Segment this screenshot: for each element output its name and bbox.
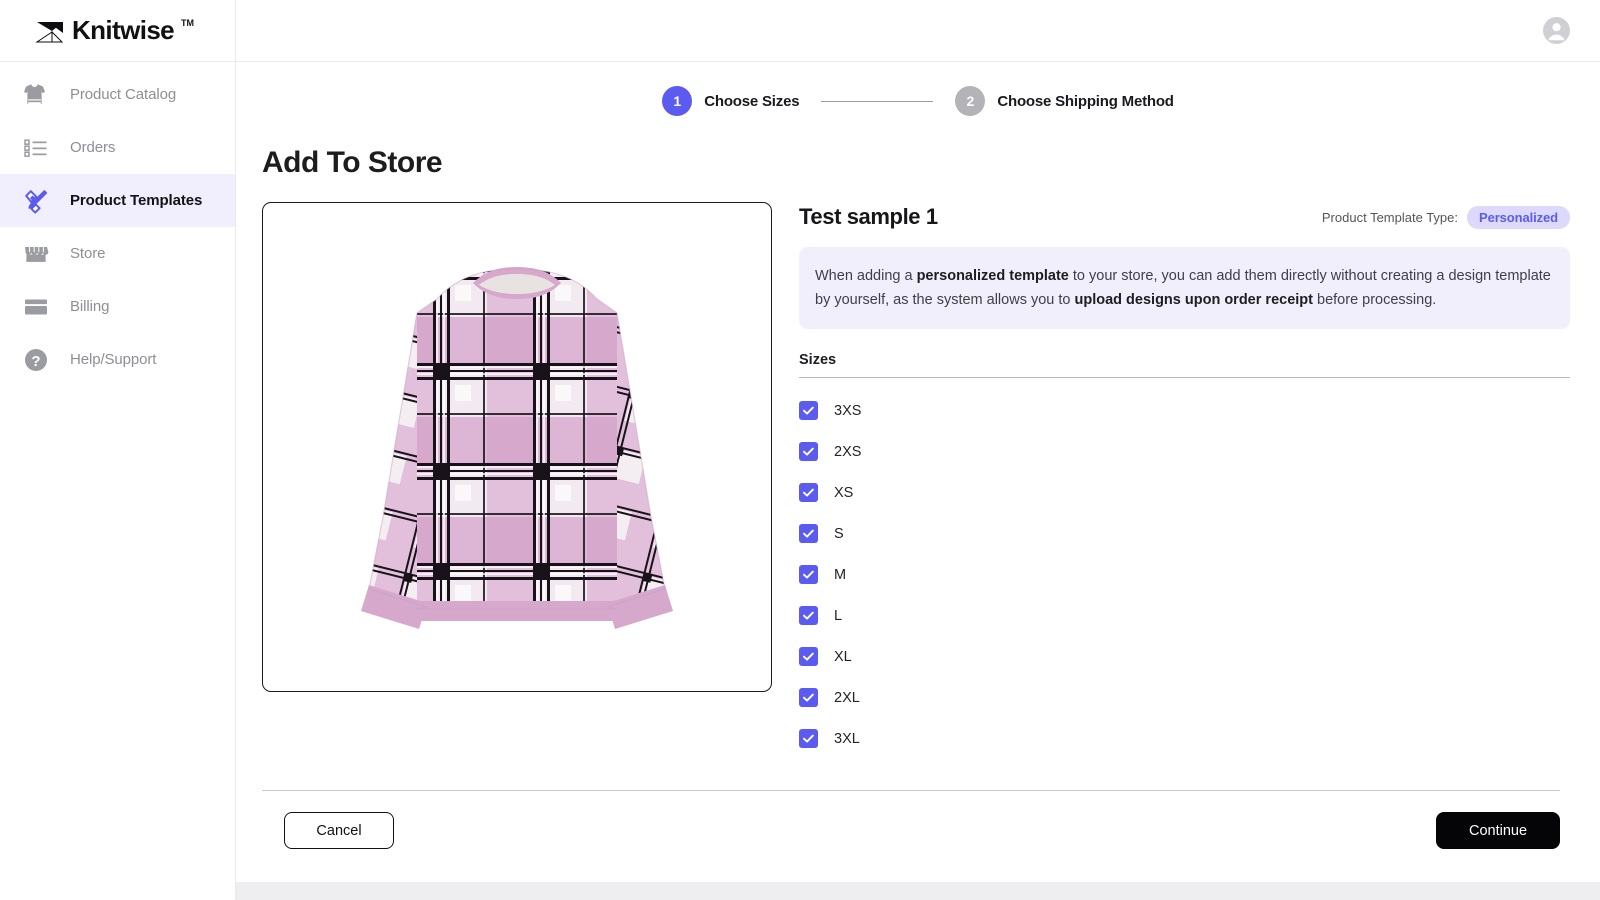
content-area: Test sample 1 Product Template Type: Per…	[236, 180, 1600, 759]
info-text-bold2: upload designs upon order receipt	[1074, 292, 1313, 308]
product-image-card[interactable]	[262, 202, 772, 692]
page-title: Add To Store	[262, 146, 443, 179]
size-option-2xl[interactable]: 2XL	[799, 677, 1570, 718]
size-label: XS	[834, 484, 854, 501]
size-checkbox[interactable]	[799, 688, 818, 707]
product-template-type-label: Product Template Type:	[1321, 209, 1458, 225]
step-number-badge: 2	[955, 86, 986, 116]
check-icon	[803, 693, 814, 702]
app-root: Knitwise TM Product Catalog Orders Produ…	[0, 0, 1600, 900]
sidebar-item-label: Billing	[70, 298, 110, 315]
step-number-badge: 1	[662, 86, 693, 116]
list-icon	[20, 133, 52, 163]
size-option-3xl[interactable]: 3XL	[799, 718, 1570, 759]
sidebar-bottom-filler	[0, 882, 236, 900]
status-badge: Personalized	[1467, 205, 1570, 229]
stepper-step-1[interactable]: 1 Choose Sizes	[662, 86, 800, 116]
size-checkbox[interactable]	[799, 401, 818, 420]
size-checkbox[interactable]	[799, 442, 818, 461]
sidebar-item-product-catalog[interactable]: Product Catalog	[0, 68, 235, 121]
footer-divider	[262, 790, 1560, 791]
sidebar-item-label: Store	[70, 245, 106, 262]
footer-actions: Cancel Continue	[262, 812, 1560, 849]
sidebar-item-store[interactable]: Store	[0, 227, 235, 280]
step-label: Choose Shipping Method	[997, 92, 1174, 110]
product-details: Test sample 1 Product Template Type: Per…	[799, 202, 1570, 759]
topbar	[236, 0, 1600, 62]
check-icon	[803, 611, 814, 620]
size-label: L	[834, 607, 843, 624]
account-avatar-icon[interactable]	[1543, 17, 1570, 44]
check-icon	[803, 488, 814, 497]
brand-trademark: TM	[181, 17, 195, 28]
sidebar-item-label: Product Templates	[70, 192, 203, 209]
info-banner: When adding a personalized template to y…	[799, 247, 1570, 329]
question-mark-icon: ?	[20, 345, 52, 375]
sidebar: Knitwise TM Product Catalog Orders Produ…	[0, 0, 236, 900]
main-content: 1 Choose Sizes 2 Choose Shipping Method …	[236, 0, 1600, 900]
pink-plaid-crewneck-sweater-image	[361, 267, 673, 629]
sidebar-nav: Product Catalog Orders Product Templates…	[0, 62, 235, 386]
product-name: Test sample 1	[799, 204, 938, 229]
cancel-button[interactable]: Cancel	[284, 812, 394, 849]
storefront-icon	[20, 239, 52, 269]
sidebar-item-label: Product Catalog	[70, 86, 177, 103]
sidebar-item-help-support[interactable]: ? Help/Support	[0, 333, 235, 386]
check-icon	[803, 734, 814, 743]
sidebar-item-orders[interactable]: Orders	[0, 121, 235, 174]
sidebar-item-billing[interactable]: Billing	[0, 280, 235, 333]
product-detail-header: Test sample 1 Product Template Type: Per…	[799, 204, 1570, 230]
sizes-section-title: Sizes	[799, 352, 1570, 378]
check-icon	[803, 406, 814, 415]
stepper-step-2[interactable]: 2 Choose Shipping Method	[955, 86, 1174, 116]
brand-name: Knitwise	[71, 14, 175, 45]
continue-button[interactable]: Continue	[1436, 812, 1560, 849]
sweater-icon	[20, 80, 52, 110]
size-option-s[interactable]: S	[799, 513, 1570, 554]
check-icon	[803, 447, 814, 456]
svg-text:?: ?	[31, 353, 40, 370]
info-text-bold1: personalized template	[916, 268, 1069, 284]
check-icon	[803, 570, 814, 579]
knitwise-x-logo-icon	[35, 17, 65, 47]
size-checkbox[interactable]	[799, 565, 818, 584]
step-label: Choose Sizes	[704, 92, 800, 110]
size-option-xl[interactable]: XL	[799, 636, 1570, 677]
size-label: S	[834, 525, 844, 542]
size-checkbox[interactable]	[799, 647, 818, 666]
check-icon	[803, 529, 814, 538]
size-label: M	[834, 566, 847, 583]
size-option-3xs[interactable]: 3XS	[799, 390, 1570, 431]
size-checkbox[interactable]	[799, 483, 818, 502]
credit-card-icon	[20, 292, 52, 322]
pencil-ruler-icon	[20, 186, 52, 216]
size-option-l[interactable]: L	[799, 595, 1570, 636]
window-bottom-strip	[236, 882, 1600, 900]
brand-logo[interactable]: Knitwise TM	[0, 0, 235, 62]
check-icon	[803, 652, 814, 661]
sidebar-item-label: Help/Support	[70, 351, 157, 368]
sidebar-item-product-templates[interactable]: Product Templates	[0, 174, 235, 227]
info-text-part1: When adding a	[815, 268, 917, 284]
sidebar-item-label: Orders	[70, 139, 116, 156]
info-text-part3: before processing.	[1312, 292, 1437, 308]
size-label: 2XL	[834, 689, 860, 706]
stepper-connector	[821, 100, 934, 102]
size-option-xs[interactable]: XS	[799, 472, 1570, 513]
size-checkbox[interactable]	[799, 524, 818, 543]
size-checkbox[interactable]	[799, 606, 818, 625]
stepper: 1 Choose Sizes 2 Choose Shipping Method	[236, 62, 1600, 116]
sizes-list: 3XS 2XS XS S M L XL 2XL 3XL	[799, 390, 1570, 759]
size-label: 3XS	[834, 402, 862, 419]
size-label: 2XS	[834, 443, 862, 460]
size-option-2xs[interactable]: 2XS	[799, 431, 1570, 472]
size-option-m[interactable]: M	[799, 554, 1570, 595]
size-label: XL	[834, 648, 852, 665]
product-template-type: Product Template Type: Personalized	[1321, 205, 1570, 229]
size-label: 3XL	[834, 730, 860, 747]
size-checkbox[interactable]	[799, 729, 818, 748]
